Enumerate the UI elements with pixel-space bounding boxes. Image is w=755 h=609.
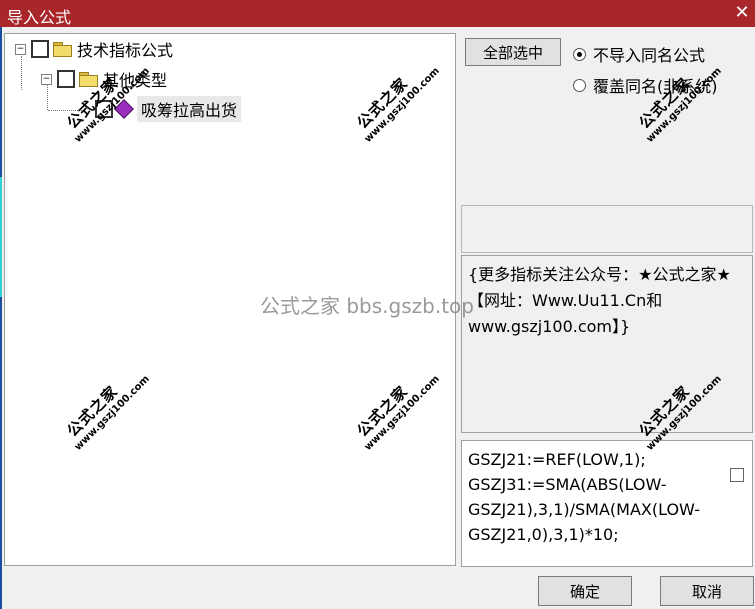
ok-button[interactable]: 确定: [538, 576, 632, 606]
radio-button[interactable]: [573, 78, 586, 92]
formula-tree[interactable]: − 技术指标公式 − 其他类型 吸筹拉高出货: [4, 33, 456, 566]
radio-label: 覆盖同名(非系统): [593, 77, 718, 96]
close-button[interactable]: ✕: [729, 0, 755, 27]
collapse-icon[interactable]: −: [41, 73, 52, 85]
left-edge-strip: [0, 177, 2, 297]
tree-item-label: 吸筹拉高出货: [137, 96, 242, 122]
formula-source-text: GSZJ21:=REF(LOW,1); GSZJ31:=SMA(ABS(LOW-…: [468, 450, 700, 544]
collapse-icon[interactable]: −: [15, 43, 26, 55]
tree-item-technical-indicators[interactable]: − 技术指标公式: [15, 38, 173, 60]
tree-item-label: 其他类型: [103, 71, 168, 90]
folder-icon: [79, 72, 98, 87]
formula-description: {更多指标关注公众号：★公式之家★【网址：Www.Uu11.Cn和www.gsz…: [468, 265, 731, 336]
radio-overwrite-same-name[interactable]: 覆盖同名(非系统): [573, 73, 718, 97]
title-bar: 导入公式 ✕: [0, 0, 755, 27]
left-edge-strip: [0, 27, 2, 177]
tree-checkbox[interactable]: [95, 100, 113, 118]
info-box: [461, 205, 753, 253]
tree-checkbox[interactable]: [31, 40, 49, 58]
formula-source-box[interactable]: GSZJ21:=REF(LOW,1); GSZJ31:=SMA(ABS(LOW-…: [461, 440, 753, 567]
select-all-button[interactable]: 全部选中: [465, 38, 561, 66]
tree-connector: [48, 110, 84, 111]
tree-item-label: 技术指标公式: [77, 41, 174, 60]
tree-item-formula[interactable]: 吸筹拉高出货: [95, 96, 242, 122]
radio-button[interactable]: [573, 47, 586, 61]
radio-label: 不导入同名公式: [593, 46, 706, 65]
formula-checkbox[interactable]: [730, 468, 744, 482]
folder-icon: [53, 42, 72, 57]
tree-connector: [21, 56, 22, 90]
tree-checkbox[interactable]: [57, 70, 75, 88]
tree-item-other-types[interactable]: − 其他类型: [41, 68, 167, 90]
cancel-button[interactable]: 取消: [660, 576, 754, 606]
formula-gem-icon: [114, 99, 134, 119]
radio-skip-same-name[interactable]: 不导入同名公式: [573, 42, 705, 66]
window-title: 导入公式: [7, 8, 72, 27]
left-edge-strip: [0, 297, 2, 609]
